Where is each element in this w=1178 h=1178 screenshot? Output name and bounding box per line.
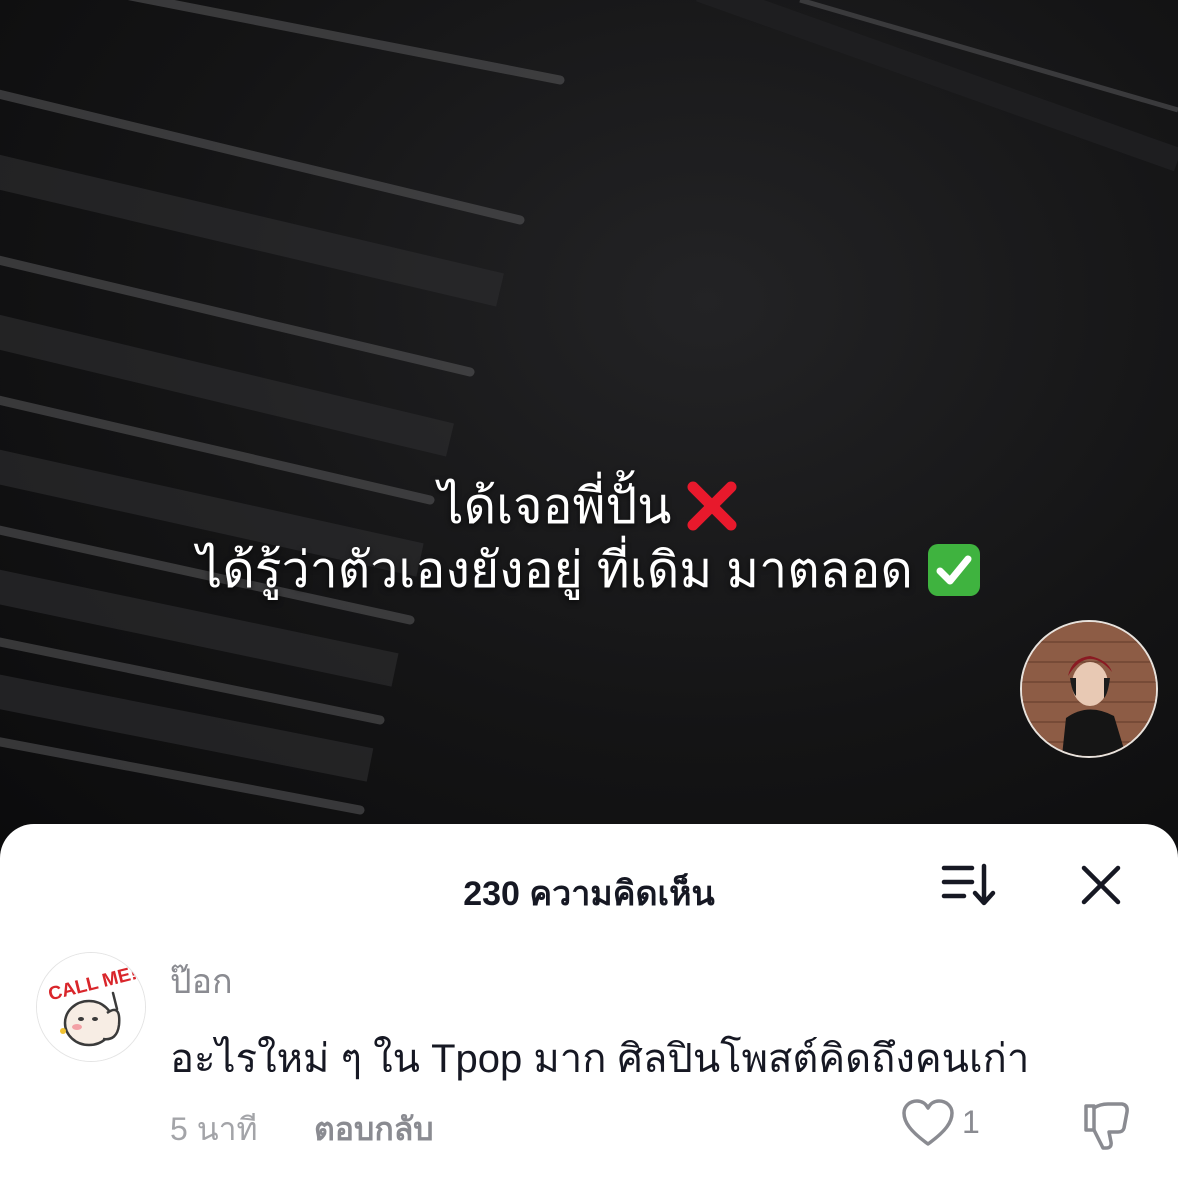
cross-mark-icon [685,479,739,533]
thumbs-down-icon [1084,1102,1129,1150]
reply-button[interactable]: ตอบกลับ [314,1104,434,1155]
comment-timestamp: 5 นาที [170,1111,258,1147]
check-mark-button-icon [927,543,981,597]
call-me-sticker-avatar: CALL ME! [37,953,145,1061]
caption-line-1: ได้เจอพี่ปั้น [0,474,1178,538]
caption-line-1-text: ได้เจอพี่ปั้น [438,478,672,534]
creator-avatar[interactable] [1020,620,1158,758]
comments-sheet: 230 ความคิดเห็น CALL ME! ป๊อก อะไรใหม่ ๆ… [0,824,1178,1178]
sort-button[interactable] [940,862,998,908]
comment-avatar[interactable]: CALL ME! [36,952,146,1062]
like-button[interactable] [900,1098,956,1150]
comment-username[interactable]: ป๊อก [170,954,233,1008]
video-background [0,0,1178,815]
dislike-button[interactable] [1078,1098,1134,1154]
video-caption: ได้เจอพี่ปั้น ได้รู้ว่าตัวเองยังอยู่ ที่… [0,474,1178,602]
comments-count-title: 230 ความคิดเห็น [463,875,715,913]
caption-line-2: ได้รู้ว่าตัวเองยังอยู่ ที่เดิม มาตลอด [0,538,1178,602]
heart-icon [902,1099,954,1146]
comment-text: อะไรใหม่ ๆ ใน Tpop มาก ศิลปินโพสต์คิดถึง… [170,1037,1030,1081]
creator-avatar-image [1022,622,1156,756]
close-icon [1081,865,1121,905]
like-count: 1 [962,1104,980,1140]
caption-line-2-text: ได้รู้ว่าตัวเองยังอยู่ ที่เดิม มาตลอด [197,542,913,598]
close-button[interactable] [1076,860,1126,910]
video-player[interactable]: ได้เจอพี่ปั้น ได้รู้ว่าตัวเองยังอยู่ ที่… [0,0,1178,860]
sort-icon [941,863,996,906]
